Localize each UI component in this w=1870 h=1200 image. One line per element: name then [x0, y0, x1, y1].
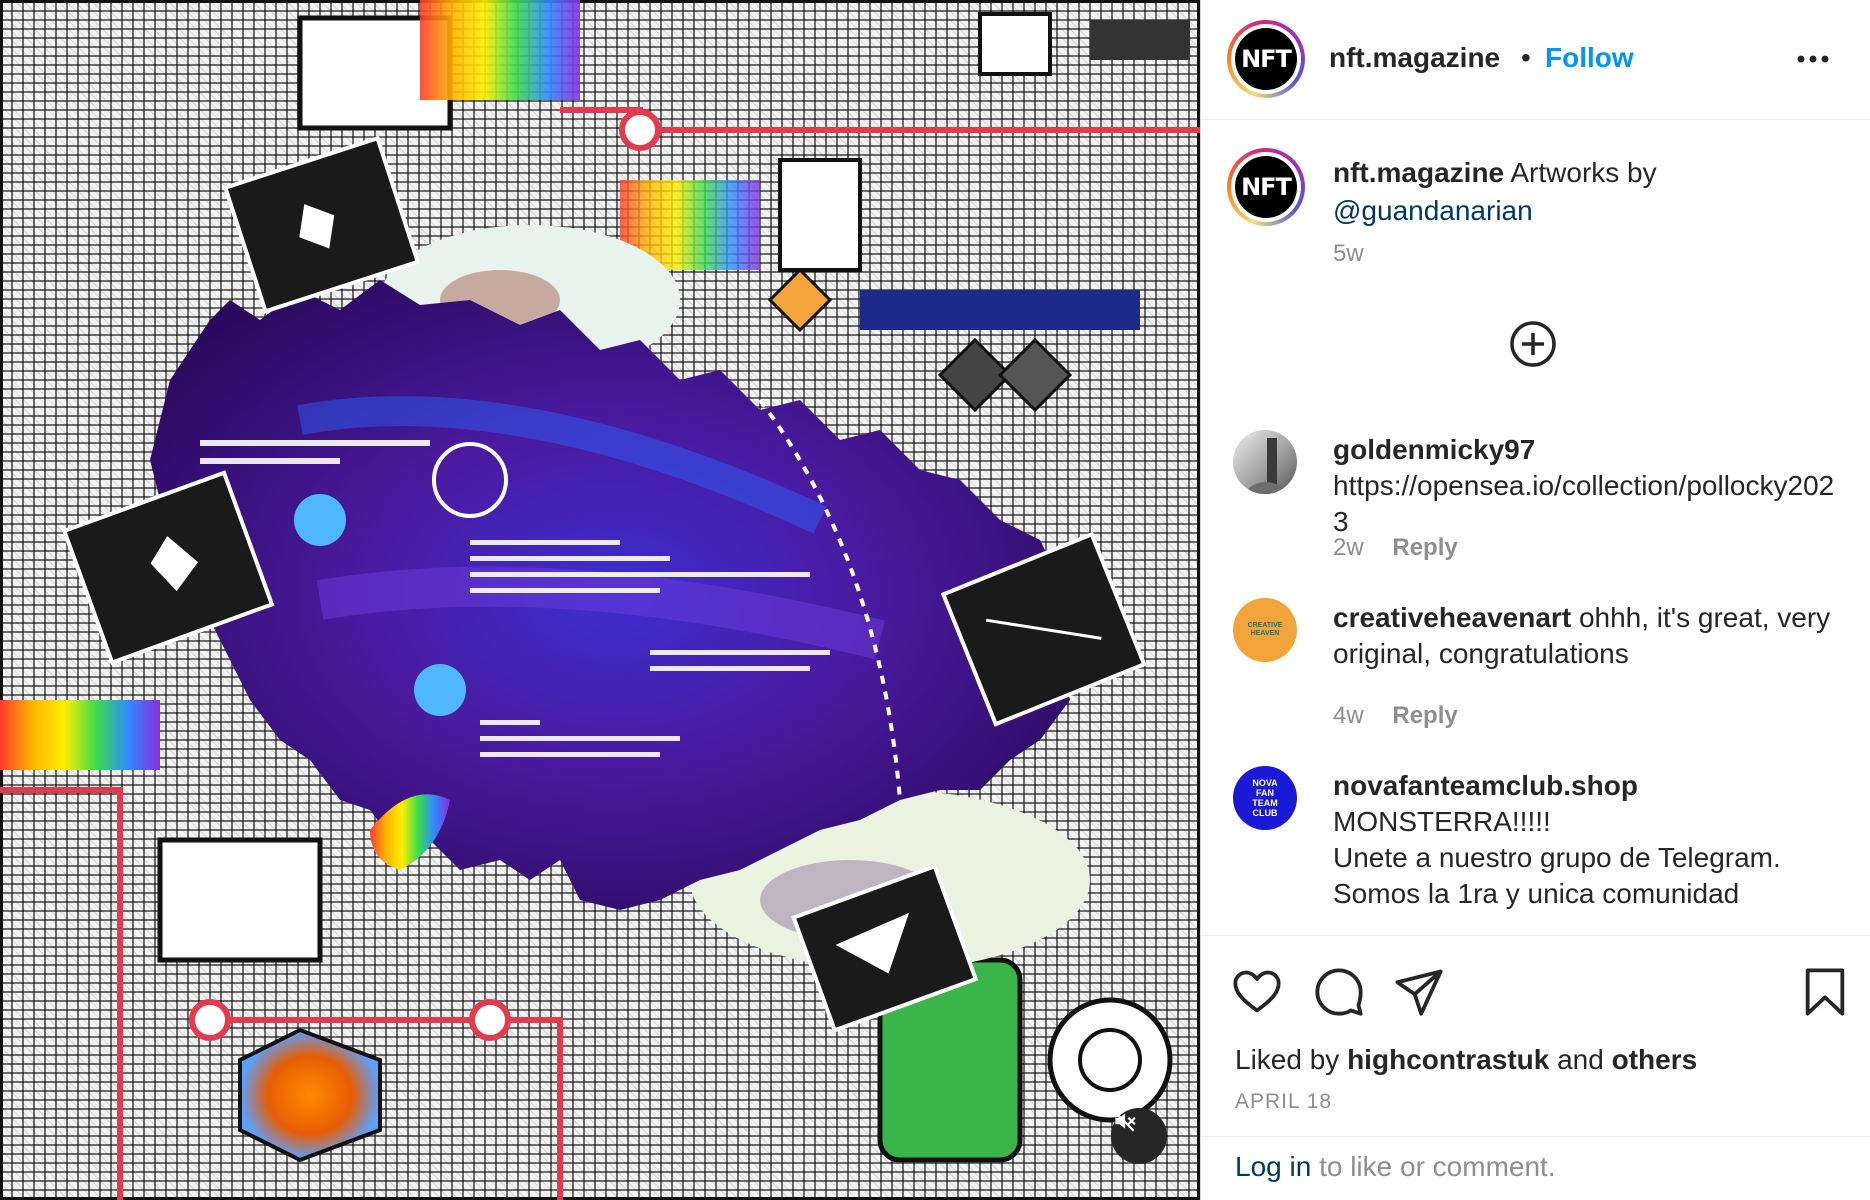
comment-username[interactable]: goldenmicky97 — [1333, 434, 1535, 465]
tree-photo-icon — [1243, 438, 1293, 494]
caption-mention[interactable]: @guandanarian — [1333, 195, 1533, 226]
comment-timestamp: 4w — [1333, 702, 1364, 729]
avatar-logo-text: CREATIVE HEAVEN — [1247, 622, 1283, 637]
comment-meta: 2w Reply — [1333, 534, 1458, 562]
caption-body: Artworks by — [1510, 157, 1657, 188]
comment-text: novafanteamclub.shop MONSTERRA!!!!! Unet… — [1333, 768, 1843, 912]
speaker-muted-icon — [1113, 1110, 1136, 1132]
post-header: NFT nft.magazine • Follow — [1201, 0, 1870, 120]
commenter-avatar[interactable]: NOVA FAN TEAM CLUB — [1233, 766, 1297, 830]
more-options-icon[interactable] — [1793, 44, 1833, 74]
post-actions: Liked by highcontrastuk and others APRIL… — [1201, 935, 1870, 1200]
post-media[interactable] — [0, 0, 1200, 1200]
liked-by-others[interactable]: others — [1612, 1044, 1698, 1075]
caption-timestamp: 5w — [1333, 240, 1364, 267]
avatar-logo: NFT — [1235, 156, 1297, 218]
login-link[interactable]: Log in — [1235, 1151, 1311, 1182]
caption-author[interactable]: nft.magazine — [1333, 157, 1504, 188]
bookmark-icon[interactable] — [1799, 966, 1851, 1018]
comment-message-line: Somos la 1ra y unica comunidad — [1333, 878, 1740, 909]
likes-summary: Liked by highcontrastuk and others — [1235, 1044, 1697, 1076]
login-prompt: Log in to like or comment. — [1201, 1136, 1870, 1200]
comment-text: creativeheavenart ohhh, it's great, very… — [1333, 600, 1843, 672]
avatar-logo-text: NOVA FAN TEAM CLUB — [1252, 778, 1278, 818]
mute-button[interactable] — [1111, 1108, 1167, 1164]
liked-by-user[interactable]: highcontrastuk — [1347, 1044, 1549, 1075]
paper-plane-icon[interactable] — [1393, 966, 1445, 1018]
comment-message[interactable]: https://opensea.io/collection/pollocky20… — [1333, 470, 1834, 537]
comment-meta: 4w Reply — [1333, 702, 1458, 730]
author-avatar[interactable]: NFT — [1227, 20, 1305, 98]
avatar-logo: NFT — [1235, 28, 1297, 90]
reply-button[interactable]: Reply — [1392, 534, 1457, 561]
plus-circle-icon[interactable] — [1507, 318, 1559, 370]
comment-timestamp: 2w — [1333, 534, 1364, 561]
post-sidebar: NFT nft.magazine • Follow NFT nft.magazi… — [1200, 0, 1870, 1200]
comments-section[interactable]: NFT nft.magazine Artworks by @guandanari… — [1201, 120, 1870, 935]
login-suffix: to like or comment. — [1319, 1151, 1556, 1182]
caption-author-avatar[interactable]: NFT — [1227, 148, 1305, 226]
liked-by-prefix: Liked by — [1235, 1044, 1340, 1075]
comment-bubble-icon[interactable] — [1313, 966, 1365, 1018]
comment-message-line: MONSTERRA!!!!! — [1333, 806, 1551, 837]
comment-username[interactable]: novafanteamclub.shop — [1333, 770, 1638, 801]
comment-text: goldenmicky97 https://opensea.io/collect… — [1333, 432, 1843, 540]
caption-text: nft.magazine Artworks by @guandanarian — [1333, 154, 1833, 230]
artwork-image — [0, 0, 1200, 1200]
heart-icon[interactable] — [1231, 966, 1283, 1018]
comment-message-line: Unete a nuestro grupo de Telegram. — [1333, 842, 1781, 873]
author-username[interactable]: nft.magazine — [1329, 42, 1500, 74]
post-date: APRIL 18 — [1235, 1090, 1333, 1113]
separator-dot: • — [1521, 42, 1531, 73]
reply-button[interactable]: Reply — [1392, 702, 1457, 729]
follow-button[interactable]: Follow — [1545, 42, 1634, 74]
commenter-avatar[interactable] — [1233, 430, 1297, 494]
commenter-avatar[interactable]: CREATIVE HEAVEN — [1233, 598, 1297, 662]
liked-by-and: and — [1557, 1044, 1604, 1075]
comment-username[interactable]: creativeheavenart — [1333, 602, 1571, 633]
